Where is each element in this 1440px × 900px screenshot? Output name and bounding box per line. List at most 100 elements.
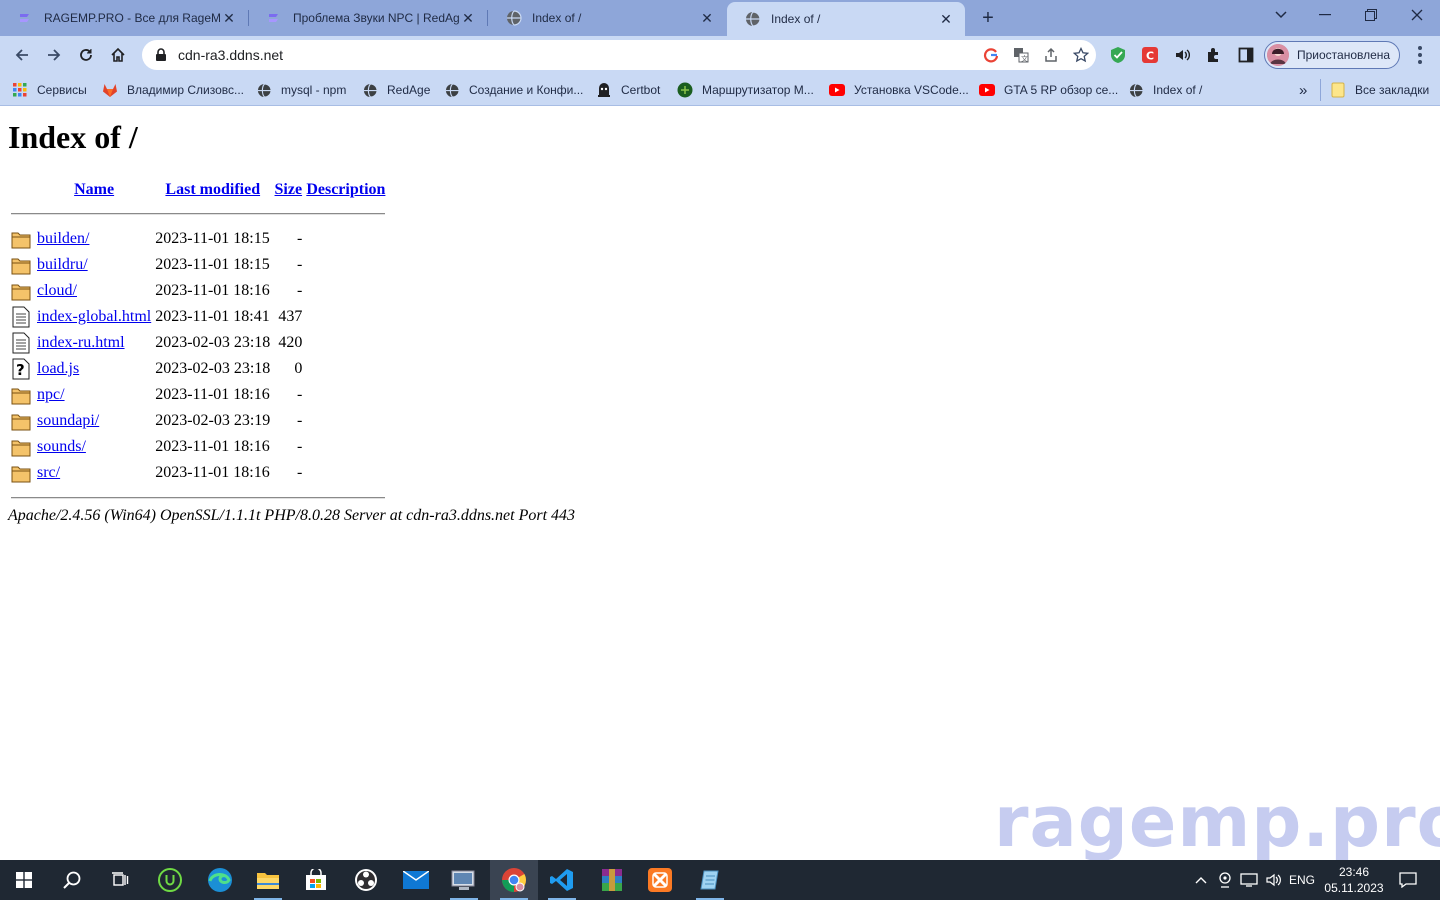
winrar-icon[interactable] [588, 860, 636, 900]
all-bookmarks-button[interactable]: Все закладки [1330, 80, 1429, 100]
adguard-icon[interactable] [1104, 41, 1132, 69]
bookmarks-overflow-button[interactable]: » [1299, 80, 1307, 100]
folder-icon [11, 414, 31, 431]
bookmark-gta-video[interactable]: GTA 5 RP обзор се... [979, 80, 1118, 100]
minimize-button[interactable] [1302, 0, 1348, 30]
bookmark-services[interactable]: Сервисы [12, 80, 87, 100]
google-lens-icon[interactable] [976, 40, 1006, 70]
obs-icon[interactable] [342, 860, 390, 900]
footer-divider [10, 487, 386, 509]
store-icon[interactable] [292, 860, 340, 900]
network-icon[interactable] [1238, 860, 1260, 900]
side-panel-icon[interactable] [1232, 41, 1260, 69]
file-link[interactable]: npc/ [37, 386, 65, 403]
mail-icon[interactable] [392, 860, 440, 900]
extension-c-icon[interactable]: C [1136, 41, 1164, 69]
home-button[interactable] [104, 41, 132, 69]
speaker-icon[interactable] [1168, 41, 1196, 69]
xampp-icon[interactable] [636, 860, 684, 900]
description-cell [305, 279, 386, 303]
clock[interactable]: 23:46 05.11.2023 [1318, 864, 1390, 896]
gitlab-icon [102, 82, 118, 98]
reload-button[interactable] [72, 41, 100, 69]
chrome-icon[interactable] [490, 860, 538, 900]
sort-by-description-link[interactable]: Description [306, 181, 385, 198]
bookmark-index[interactable]: Index of / [1128, 80, 1202, 100]
tab-index-active[interactable]: Index of / ✕ [727, 2, 965, 36]
close-icon[interactable]: ✕ [698, 9, 716, 27]
server-signature: Apache/2.4.56 (Win64) OpenSSL/1.1.1t PHP… [8, 507, 576, 524]
restore-button[interactable] [1348, 0, 1394, 30]
table-row: ? load.js 2023-02-03 23:18 0 [10, 357, 386, 381]
profile-button[interactable]: Приостановлена [1264, 41, 1400, 69]
extensions-puzzle-icon[interactable] [1200, 41, 1228, 69]
edge-icon[interactable] [196, 860, 244, 900]
close-icon[interactable]: ✕ [459, 9, 477, 27]
sort-by-name-link[interactable]: Name [74, 181, 114, 198]
table-row: sounds/ 2023-11-01 18:16 - [10, 435, 386, 459]
forward-button[interactable] [40, 41, 68, 69]
close-icon[interactable]: ✕ [220, 9, 238, 27]
notification-icon[interactable] [1394, 860, 1422, 900]
size-cell: 437 [278, 308, 303, 325]
size-cell: - [296, 230, 303, 247]
sort-by-size-link[interactable]: Size [275, 181, 303, 198]
tab-redage[interactable]: Проблема Звуки NPC | RedAge ✕ [249, 0, 487, 36]
input-language[interactable]: ENG [1286, 860, 1318, 900]
bookmark-label: Сервисы [37, 83, 87, 97]
youtube-icon [979, 82, 995, 98]
modified-cell: 2023-11-01 18:16 [155, 464, 270, 481]
globe-icon [506, 10, 522, 26]
bookmark-vscode-video[interactable]: Установка VSCode... [829, 80, 969, 100]
tab-ragemp[interactable]: RAGEMP.PRO - Все для RageMP ✕ [0, 0, 248, 36]
chrome-menu-icon[interactable] [1406, 41, 1434, 69]
file-link[interactable]: index-global.html [37, 308, 151, 325]
bookmark-star-icon[interactable] [1066, 40, 1096, 70]
address-text[interactable]: cdn-ra3.ddns.net [178, 47, 976, 63]
bookmark-certbot[interactable]: Certbot [596, 80, 660, 100]
task-view-icon[interactable] [96, 860, 144, 900]
lock-icon[interactable] [154, 48, 168, 62]
upwork-icon[interactable] [146, 860, 194, 900]
close-window-button[interactable] [1394, 0, 1440, 30]
file-link[interactable]: src/ [37, 464, 60, 481]
new-tab-button[interactable]: + [976, 6, 1000, 30]
translate-icon[interactable]: 文 [1006, 40, 1036, 70]
tab-index-1[interactable]: Index of / ✕ [488, 0, 726, 36]
size-cell: - [296, 412, 303, 429]
back-button[interactable] [8, 41, 36, 69]
windows-start-icon[interactable] [0, 860, 48, 900]
address-bar[interactable]: cdn-ra3.ddns.net 文 [142, 40, 1096, 70]
file-link[interactable]: soundapi/ [37, 412, 99, 429]
table-row: buildru/ 2023-11-01 18:15 - [10, 253, 386, 277]
file-explorer-icon[interactable] [244, 860, 292, 900]
ragemp-icon [18, 10, 34, 26]
file-link[interactable]: builden/ [37, 230, 89, 247]
bookmark-router[interactable]: Маршрутизатор M... [677, 80, 814, 100]
bookmark-redage[interactable]: RedAge [362, 80, 430, 100]
watermark: ragemp.pro [994, 781, 1440, 863]
svg-text:文: 文 [1021, 54, 1028, 63]
remote-desktop-icon[interactable] [440, 860, 488, 900]
search-icon[interactable] [48, 860, 96, 900]
close-icon[interactable]: ✕ [937, 10, 955, 28]
file-link[interactable]: load.js [37, 360, 79, 377]
vscode-icon[interactable] [538, 860, 586, 900]
file-link[interactable]: index-ru.html [37, 334, 125, 351]
bookmark-create-config[interactable]: Создание и Конфи... [444, 80, 583, 100]
file-link[interactable]: cloud/ [37, 282, 77, 299]
show-hidden-icons-icon[interactable] [1190, 860, 1212, 900]
bookmark-gitlab[interactable]: Владимир Слизовс... [102, 80, 244, 100]
bookmark-mysql-npm[interactable]: mysql - npm [256, 80, 346, 100]
volume-icon[interactable] [1262, 860, 1284, 900]
tab-search-icon[interactable] [1258, 0, 1304, 30]
file-link[interactable]: sounds/ [37, 438, 86, 455]
notepad-icon[interactable] [686, 860, 734, 900]
webcam-icon[interactable] [1214, 860, 1236, 900]
table-row: npc/ 2023-11-01 18:16 - [10, 383, 386, 407]
file-link[interactable]: buildru/ [37, 256, 88, 273]
sort-by-modified-link[interactable]: Last modified [165, 181, 260, 198]
share-icon[interactable] [1036, 40, 1066, 70]
globe-icon [444, 82, 460, 98]
page-content: Index of / Name Last modified Size Descr… [0, 107, 1440, 863]
